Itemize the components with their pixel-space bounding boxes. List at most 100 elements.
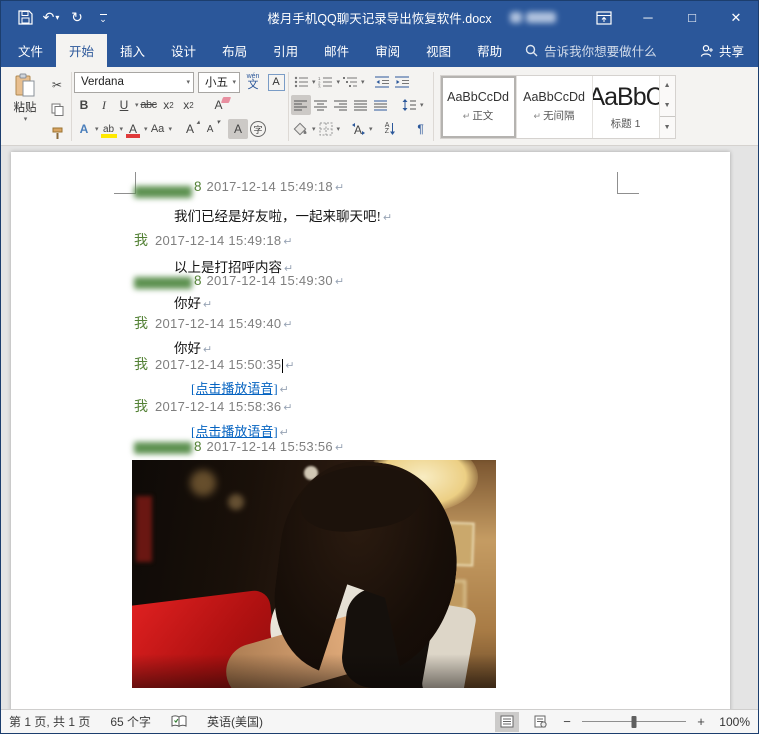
strikethrough-button[interactable]: abc bbox=[139, 95, 159, 115]
styles-scroll-down[interactable]: ▼ bbox=[660, 96, 675, 116]
web-layout-icon bbox=[534, 715, 547, 728]
line-spacing-button[interactable] bbox=[399, 95, 419, 115]
italic-button[interactable]: I bbox=[94, 95, 114, 115]
change-case-button[interactable]: Aa bbox=[148, 119, 168, 139]
share-button[interactable]: 共享 bbox=[700, 34, 758, 67]
paragraph-mark: ↵ bbox=[203, 344, 213, 356]
redo-button[interactable]: ↻ bbox=[65, 6, 89, 30]
tab-insert[interactable]: 插入 bbox=[107, 34, 158, 67]
paste-clipboard-icon bbox=[15, 73, 35, 97]
enclose-characters-icon: 字 bbox=[250, 121, 267, 137]
zoom-slider-handle[interactable] bbox=[631, 715, 637, 728]
tab-layout[interactable]: 布局 bbox=[209, 34, 260, 67]
zoom-out-button[interactable]: − bbox=[561, 714, 573, 729]
font-color-button[interactable]: A bbox=[123, 119, 143, 139]
format-painter-button[interactable] bbox=[47, 123, 67, 143]
ribbon-display-options-button[interactable] bbox=[582, 1, 626, 34]
customize-qat-button[interactable]: ⌄ bbox=[91, 6, 115, 30]
bullets-button[interactable] bbox=[291, 72, 311, 92]
play-voice-link[interactable]: [点击播放语音] bbox=[191, 378, 278, 397]
styles-scroll-up[interactable]: ▲ bbox=[660, 76, 675, 96]
tab-file[interactable]: 文件 bbox=[5, 34, 56, 67]
grow-font-button[interactable]: A ▴ bbox=[180, 119, 200, 139]
shading-bucket-icon bbox=[293, 122, 307, 136]
align-right-button[interactable] bbox=[331, 95, 351, 115]
tab-help[interactable]: 帮助 bbox=[464, 34, 515, 67]
paragraph-mark: ↵ bbox=[283, 402, 293, 414]
font-size-select[interactable]: 小五 ▾ bbox=[198, 71, 240, 93]
font-size-caret-icon: ▾ bbox=[232, 79, 236, 86]
tab-review[interactable]: 审阅 bbox=[362, 34, 413, 67]
proofing-status[interactable] bbox=[171, 715, 187, 728]
tab-home[interactable]: 开始 bbox=[56, 34, 108, 67]
paragraph-mark: ↵ bbox=[203, 299, 213, 311]
align-left-button[interactable] bbox=[291, 95, 311, 115]
page-indicator[interactable]: 第 1 页, 共 1 页 bbox=[9, 713, 90, 730]
character-shading-button[interactable]: A bbox=[228, 119, 249, 139]
align-center-button[interactable] bbox=[311, 95, 331, 115]
numbering-button[interactable]: 123 bbox=[316, 72, 336, 92]
style-heading1[interactable]: AaBbC 标题 1 bbox=[592, 75, 659, 138]
justify-icon bbox=[354, 100, 367, 110]
chat-row-message: 你好 ↵ bbox=[134, 292, 614, 313]
shrink-font-arrow: ▾ bbox=[216, 119, 221, 126]
borders-button[interactable] bbox=[316, 119, 336, 139]
asian-layout-button[interactable]: A bbox=[348, 119, 368, 139]
zoom-level[interactable]: 100% bbox=[716, 715, 750, 729]
tab-design[interactable]: 设计 bbox=[158, 34, 209, 67]
zoom-in-button[interactable]: + bbox=[695, 714, 707, 729]
save-button[interactable] bbox=[13, 6, 37, 30]
bold-button[interactable]: B bbox=[74, 95, 94, 115]
character-border-button[interactable]: A bbox=[266, 72, 286, 92]
language-indicator[interactable]: 英语(美国) bbox=[207, 713, 263, 730]
zoom-slider[interactable] bbox=[582, 715, 686, 728]
shading-button[interactable] bbox=[291, 119, 311, 139]
show-hide-marks-button[interactable]: ¶ bbox=[411, 119, 431, 139]
tab-mailings[interactable]: 邮件 bbox=[311, 34, 362, 67]
undo-button[interactable]: ↶ ▾ bbox=[39, 6, 63, 30]
photo-red-sign bbox=[136, 496, 152, 562]
justify-button[interactable] bbox=[351, 95, 371, 115]
enclose-characters-button[interactable]: 字 bbox=[248, 119, 268, 139]
subscript-button[interactable]: x2 bbox=[159, 95, 179, 115]
decrease-indent-button[interactable] bbox=[373, 72, 393, 92]
text-effects-icon: A bbox=[79, 122, 89, 136]
clear-formatting-button[interactable]: A bbox=[209, 95, 231, 115]
copy-button[interactable] bbox=[47, 99, 67, 119]
underline-button[interactable]: U bbox=[114, 95, 134, 115]
style-normal[interactable]: AaBbCcDd ↵ 正文 bbox=[440, 75, 517, 138]
shrink-font-button[interactable]: A ▾ bbox=[200, 119, 220, 139]
style-no-spacing[interactable]: AaBbCcDd ↵ 无间隔 bbox=[516, 75, 593, 138]
superscript-button[interactable]: x2 bbox=[179, 95, 199, 115]
distribute-button[interactable] bbox=[371, 95, 391, 115]
tab-view[interactable]: 视图 bbox=[413, 34, 464, 67]
chat-row-me: 我 2017-12-14 15:49:40 ↵ bbox=[134, 313, 614, 337]
scissors-icon: ✂ bbox=[51, 78, 63, 92]
paste-button[interactable]: 粘贴 ▾ bbox=[5, 70, 45, 143]
chat-photo[interactable] bbox=[132, 460, 496, 688]
document-page[interactable]: 8 2017-12-14 15:49:18 ↵ 我们已经是好友啦，一起来聊天吧!… bbox=[11, 152, 730, 709]
view-print-layout-button[interactable] bbox=[495, 711, 519, 732]
view-web-layout-button[interactable] bbox=[528, 712, 552, 732]
bullets-icon bbox=[294, 76, 308, 88]
minimize-button[interactable]: ─ bbox=[626, 1, 670, 34]
tell-me-search[interactable]: 告诉我你想要做什么 bbox=[525, 34, 657, 67]
cut-button[interactable]: ✂ bbox=[47, 75, 67, 95]
chat-timestamp: 2017-12-14 15:49:40 bbox=[155, 316, 282, 331]
close-button[interactable]: ✕ bbox=[714, 1, 758, 34]
font-name-select[interactable]: Verdana ▾ bbox=[74, 71, 194, 93]
multilevel-list-button[interactable] bbox=[340, 72, 360, 92]
phonetic-guide-button[interactable]: wén 文 bbox=[243, 72, 263, 92]
highlight-color-button[interactable]: ab bbox=[99, 119, 119, 139]
chat-row-me: 我 2017-12-14 15:49:18 ↵ bbox=[134, 230, 614, 256]
play-voice-link[interactable]: [点击播放语音] bbox=[191, 421, 278, 440]
word-count[interactable]: 65 个字 bbox=[110, 713, 151, 730]
ribbon-display-options-icon bbox=[596, 10, 612, 25]
sort-button[interactable]: A Z bbox=[381, 119, 401, 139]
tab-references[interactable]: 引用 bbox=[260, 34, 311, 67]
text-effects-button[interactable]: A bbox=[74, 119, 94, 139]
styles-more-button[interactable]: ▼ bbox=[659, 116, 675, 137]
paragraph-mark: ↵ bbox=[334, 442, 345, 454]
increase-indent-button[interactable] bbox=[393, 72, 413, 92]
maximize-button[interactable]: □ bbox=[670, 1, 714, 34]
